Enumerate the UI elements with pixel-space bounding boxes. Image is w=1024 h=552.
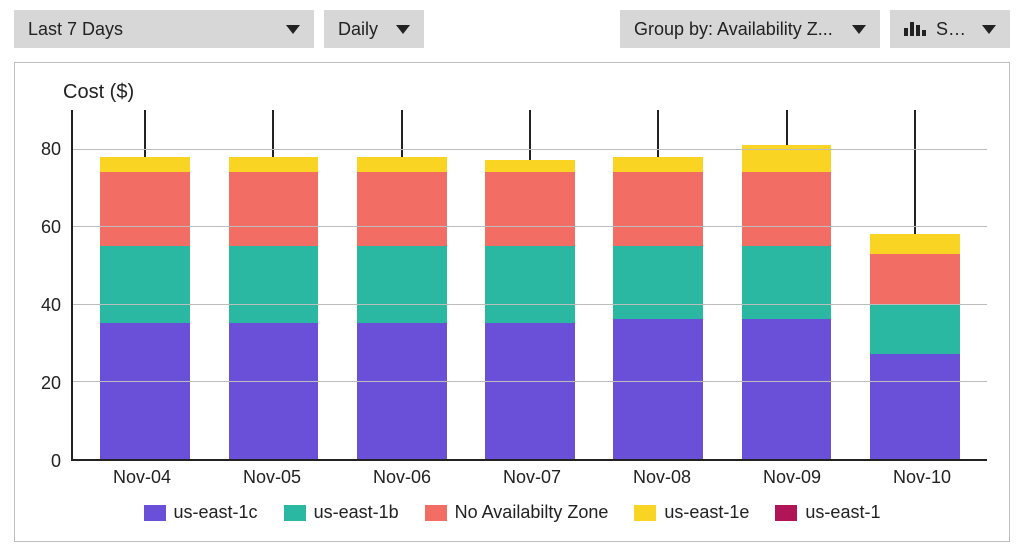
chart-bar-segment bbox=[870, 254, 960, 304]
chart-legend-item: us-east-1c bbox=[144, 502, 258, 523]
chart-bars bbox=[73, 110, 987, 459]
chart-bar-segment bbox=[357, 172, 447, 246]
chart-container: Cost ($) 806040200 Nov-04Nov-05Nov-06Nov… bbox=[14, 62, 1010, 542]
chart-bar-segment bbox=[870, 354, 960, 459]
chart-x-tick: Nov-05 bbox=[207, 467, 337, 488]
chart-bar-slot bbox=[209, 110, 337, 459]
chart-bar-slot bbox=[338, 110, 466, 459]
chart-grid-line bbox=[73, 226, 987, 227]
granularity-label: Daily bbox=[338, 19, 378, 40]
time-range-label: Last 7 Days bbox=[28, 19, 123, 40]
chart-bar-slot bbox=[851, 110, 979, 459]
chart-legend-label: us-east-1c bbox=[174, 502, 258, 523]
chart-x-axis: Nov-04Nov-05Nov-06Nov-07Nov-08Nov-09Nov-… bbox=[77, 461, 987, 488]
chart-legend-swatch bbox=[634, 505, 656, 521]
chart-y-tick: 0 bbox=[51, 451, 61, 472]
chevron-down-icon bbox=[286, 25, 300, 34]
group-by-dropdown[interactable]: Group by: Availability Z... bbox=[620, 10, 880, 48]
chart-legend-label: us-east-1 bbox=[805, 502, 880, 523]
chart-bar bbox=[357, 110, 447, 459]
chart-bar-slot bbox=[722, 110, 850, 459]
chevron-down-icon bbox=[852, 25, 866, 34]
chart-bar-segment bbox=[742, 172, 832, 246]
chart-y-tick: 20 bbox=[41, 373, 61, 394]
time-range-dropdown[interactable]: Last 7 Days bbox=[14, 10, 314, 48]
chart-bar-segment bbox=[742, 246, 832, 320]
chart-bar-segment bbox=[100, 157, 190, 173]
chevron-down-icon bbox=[396, 25, 410, 34]
chart-bar-segment bbox=[485, 160, 575, 172]
chart-bar bbox=[100, 110, 190, 459]
chart-x-tick: Nov-06 bbox=[337, 467, 467, 488]
chart-legend: us-east-1c us-east-1b No Availabilty Zone u… bbox=[37, 502, 987, 523]
chart-x-tick: Nov-04 bbox=[77, 467, 207, 488]
chart-bar-segment bbox=[613, 157, 703, 173]
chart-bar bbox=[229, 110, 319, 459]
chart-bar bbox=[870, 110, 960, 459]
chart-x-tick: Nov-10 bbox=[857, 467, 987, 488]
chart-x-tick: Nov-09 bbox=[727, 467, 857, 488]
chart-bar-segment bbox=[742, 319, 832, 459]
chart-bar-segment bbox=[100, 246, 190, 324]
granularity-dropdown[interactable]: Daily bbox=[324, 10, 424, 48]
display-mode-label: Stack bbox=[936, 19, 968, 40]
chart-bar-segment bbox=[613, 319, 703, 459]
chart-bar-segment bbox=[100, 323, 190, 459]
chart-legend-swatch bbox=[144, 505, 166, 521]
chart-x-tick: Nov-08 bbox=[597, 467, 727, 488]
chart-y-axis: 806040200 bbox=[37, 110, 71, 461]
chart-grid-line bbox=[73, 381, 987, 382]
chart-bar-segment bbox=[357, 157, 447, 173]
chart-legend-item: us-east-1b bbox=[284, 502, 399, 523]
chart-bar-segment bbox=[229, 157, 319, 173]
chart-bar-segment bbox=[485, 246, 575, 324]
chart-legend-label: us-east-1e bbox=[664, 502, 749, 523]
chart-legend-swatch bbox=[425, 505, 447, 521]
chart-y-tick: 60 bbox=[41, 217, 61, 238]
chart-bar-segment bbox=[229, 172, 319, 246]
stacked-bar-icon bbox=[904, 22, 926, 36]
chart-bar bbox=[485, 110, 575, 459]
chart-bar-slot bbox=[81, 110, 209, 459]
chart-legend-item: us-east-1e bbox=[634, 502, 749, 523]
group-by-label: Group by: Availability Z... bbox=[634, 19, 833, 40]
chart-bar-segment bbox=[613, 246, 703, 320]
chart-plot-area bbox=[71, 110, 987, 461]
chart-toolbar: Last 7 Days Daily Group by: Availability… bbox=[14, 10, 1010, 48]
chart-y-tick: 80 bbox=[41, 139, 61, 160]
chart-grid-line bbox=[73, 149, 987, 150]
display-mode-dropdown[interactable]: Stack bbox=[890, 10, 1010, 48]
chevron-down-icon bbox=[982, 25, 996, 34]
chart-bar-slot bbox=[594, 110, 722, 459]
chart-bar-segment bbox=[870, 304, 960, 354]
chart-legend-item: No Availabilty Zone bbox=[425, 502, 609, 523]
chart-bar-segment bbox=[100, 172, 190, 246]
chart-legend-swatch bbox=[775, 505, 797, 521]
chart-bar-segment bbox=[870, 234, 960, 253]
chart-bar-segment bbox=[485, 172, 575, 246]
chart-bar-segment bbox=[229, 323, 319, 459]
chart-legend-swatch bbox=[284, 505, 306, 521]
chart-bar-segment bbox=[357, 323, 447, 459]
chart-legend-item: us-east-1 bbox=[775, 502, 880, 523]
chart-bar-segment bbox=[357, 246, 447, 324]
chart-bar-slot bbox=[466, 110, 594, 459]
chart-grid-line bbox=[73, 304, 987, 305]
chart-bar-segment bbox=[613, 172, 703, 246]
chart-legend-label: us-east-1b bbox=[314, 502, 399, 523]
chart-legend-label: No Availabilty Zone bbox=[455, 502, 609, 523]
chart-bar bbox=[613, 110, 703, 459]
chart-bar-segment bbox=[485, 323, 575, 459]
chart-y-axis-title: Cost ($) bbox=[63, 81, 987, 104]
chart-y-tick: 40 bbox=[41, 295, 61, 316]
chart-x-tick: Nov-07 bbox=[467, 467, 597, 488]
chart-bar-segment bbox=[229, 246, 319, 324]
chart-bar bbox=[742, 110, 832, 459]
